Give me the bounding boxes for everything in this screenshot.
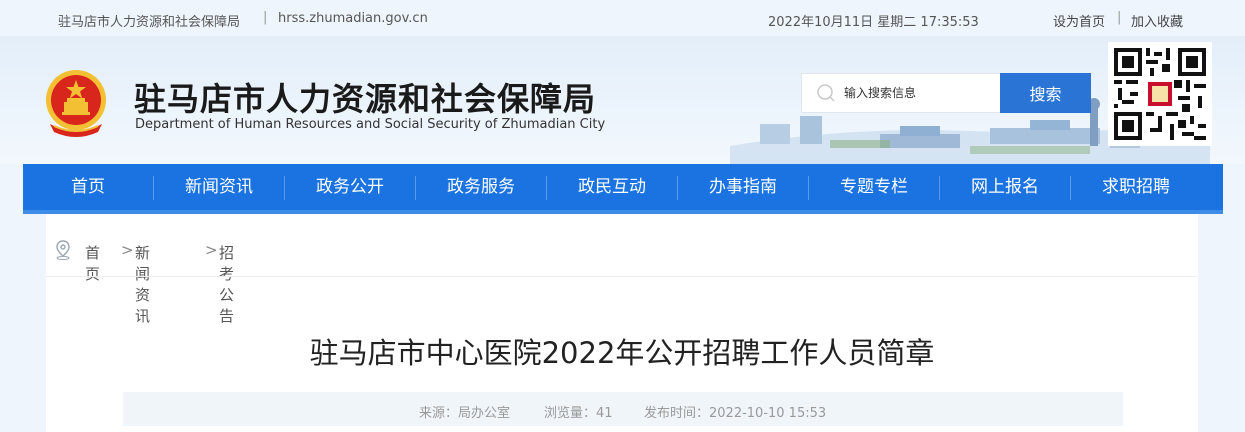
location-pin-icon [56,240,70,260]
breadcrumb-home[interactable]: 首页 [85,242,100,284]
article-title: 驻马店市中心医院2022年公开招聘工作人员简章 [309,336,935,370]
search-icon [817,84,835,102]
search-button[interactable]: 搜索 [1000,73,1091,113]
breadcrumb-news[interactable]: 新闻资讯 [135,242,150,326]
site-title-english: Department of Human Resources and Social… [135,117,606,132]
nav-item-online-signup[interactable]: 网上报名 [940,164,1070,210]
divider [46,276,1198,277]
nav-item-gov-open[interactable]: 政务公开 [285,164,415,210]
nav-item-guide[interactable]: 办事指南 [678,164,808,210]
chevron-right-icon: > [205,241,218,259]
article-published: 发布时间：2022-10-10 15:53 [644,406,827,421]
article-source: 来源：局办公室 [419,406,511,421]
add-favorite-link[interactable]: 加入收藏 [1131,11,1183,30]
top-bar: 驻马店市人力资源和社会保障局 | hrss.zhumadian.gov.cn 2… [0,0,1245,36]
divider: | [1117,10,1122,25]
site-title: 驻马店市人力资源和社会保障局 [134,80,597,118]
set-home-link[interactable]: 设为首页 [1053,11,1105,30]
breadcrumb-current[interactable]: 招考公告 [219,242,234,326]
qr-code-icon [1108,42,1212,146]
article-views: 浏览量：41 [544,406,613,421]
site-url: hrss.zhumadian.gov.cn [278,11,428,26]
nav-item-gov-service[interactable]: 政务服务 [416,164,546,210]
current-datetime: 2022年10月11日 星期二 17:35:53 [768,15,979,30]
nav-item-jobs[interactable]: 求职招聘 [1071,164,1201,210]
national-emblem-icon [46,70,106,137]
search-box [801,73,1001,113]
divider: | [263,10,268,25]
main-nav: 首页 新闻资讯 政务公开 政务服务 政民互动 办事指南 专题专栏 网上报名 求职… [23,164,1223,214]
nav-item-news[interactable]: 新闻资讯 [154,164,284,210]
nav-item-topics[interactable]: 专题专栏 [809,164,939,210]
site-name: 驻马店市人力资源和社会保障局 [58,15,241,30]
nav-item-interaction[interactable]: 政民互动 [547,164,677,210]
chevron-right-icon: > [121,241,134,259]
search-input[interactable] [844,74,994,112]
header-banner: 驻马店市人力资源和社会保障局 Department of Human Resou… [0,36,1245,164]
article-meta: 来源：局办公室 浏览量：41 发布时间：2022-10-10 15:53 [123,392,1123,426]
qr-code-icon [1114,48,1206,140]
nav-item-home[interactable]: 首页 [23,164,153,210]
